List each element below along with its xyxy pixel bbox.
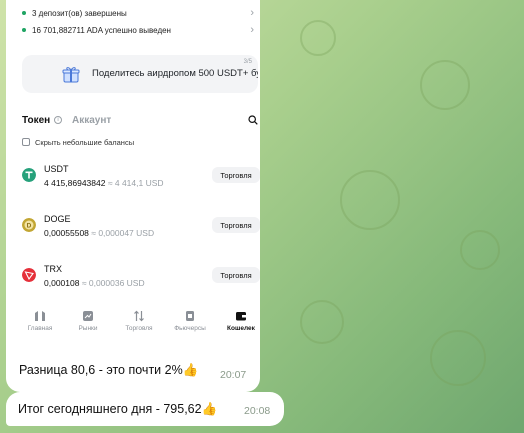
token-amount: 0,00055508 ≈ 0,000047 USD bbox=[44, 228, 154, 238]
token-balance: 0,000108 bbox=[44, 278, 80, 288]
background-doodle bbox=[300, 300, 344, 344]
token-usd-value: ≈ 0,000047 USD bbox=[91, 228, 155, 238]
markets-icon bbox=[83, 311, 93, 321]
background-doodle bbox=[340, 170, 400, 230]
token-amount: 4 415,86943842 ≈ 4 414,1 USD bbox=[44, 178, 164, 188]
gift-icon bbox=[62, 67, 80, 83]
checkbox[interactable] bbox=[22, 138, 30, 146]
message-text: Разница 80,6 - это почти 2%👍 bbox=[19, 363, 199, 377]
token-row[interactable]: USDT 4 415,86943842 ≈ 4 414,1 USD Торгов… bbox=[22, 162, 260, 196]
nav-item-trade[interactable]: Торговля bbox=[115, 310, 163, 332]
background-doodle bbox=[460, 230, 500, 270]
promo-page-indicator: 3/5 bbox=[243, 59, 252, 65]
message-text: Итог сегодняшнего дня - 795,62👍 bbox=[18, 402, 218, 416]
message-bubble: Итог сегодняшнего дня - 795,62👍 20:08 bbox=[6, 392, 284, 426]
trade-button[interactable]: Торговля bbox=[212, 167, 260, 183]
background-doodle bbox=[300, 20, 336, 56]
chevron-right-icon: › bbox=[250, 7, 254, 19]
token-row[interactable]: D DOGE 0,00055508 ≈ 0,000047 USD Торговл… bbox=[22, 212, 260, 246]
hide-small-balances-label: Скрыть небольшие балансы bbox=[35, 137, 135, 147]
promo-text: Поделитесь аирдропом 500 USDT+ бус bbox=[92, 68, 258, 79]
tab-account[interactable]: Аккаунт bbox=[72, 115, 111, 126]
notification-row[interactable]: 16 701,882711 ADA успешно выведен › bbox=[22, 20, 258, 40]
doge-icon: D bbox=[22, 218, 36, 232]
tab-token[interactable]: Токен bbox=[22, 115, 50, 126]
token-balance: 0,00055508 bbox=[44, 228, 89, 238]
home-icon bbox=[35, 311, 45, 321]
info-icon[interactable]: i bbox=[54, 116, 62, 124]
nav-label: Торговля bbox=[125, 325, 153, 332]
tether-icon bbox=[22, 168, 36, 182]
status-dot-icon bbox=[22, 28, 26, 32]
nav-label: Фьючерсы bbox=[174, 325, 206, 332]
chevron-right-icon: › bbox=[250, 24, 254, 36]
nav-item-futures[interactable]: Фьючерсы bbox=[166, 310, 214, 332]
background-doodle bbox=[430, 330, 486, 386]
wallet-icon bbox=[236, 312, 246, 321]
nav-item-home[interactable]: Главная bbox=[16, 310, 64, 332]
token-name: TRX bbox=[44, 264, 62, 274]
wallet-tabs: Токен i Аккаунт bbox=[22, 115, 260, 131]
bottom-nav: Главная Рынки Торговля Фьючерсы Кошелек bbox=[22, 310, 260, 340]
background-doodle bbox=[420, 60, 470, 110]
token-usd-value: ≈ 4 414,1 USD bbox=[107, 178, 164, 188]
token-balance: 4 415,86943842 bbox=[44, 178, 106, 188]
message-time: 20:08 bbox=[244, 405, 271, 417]
trade-button[interactable]: Торговля bbox=[212, 217, 260, 233]
token-usd-value: ≈ 0,000036 USD bbox=[81, 278, 145, 288]
message-bubble-screenshot: 3 депозит(ов) завершены › 16 701,882711 … bbox=[6, 0, 260, 392]
svg-text:D: D bbox=[27, 223, 32, 230]
token-name: DOGE bbox=[44, 214, 71, 224]
tron-icon bbox=[22, 268, 36, 282]
message-time: 20:07 bbox=[220, 369, 247, 381]
status-dot-icon bbox=[22, 11, 26, 15]
notification-text: 3 депозит(ов) завершены bbox=[32, 8, 127, 18]
trade-icon bbox=[134, 310, 144, 322]
nav-label: Главная bbox=[27, 325, 53, 332]
promo-banner[interactable]: Поделитесь аирдропом 500 USDT+ бус 3/5 bbox=[22, 55, 258, 93]
notification-text: 16 701,882711 ADA успешно выведен bbox=[32, 25, 171, 35]
search-icon[interactable] bbox=[248, 115, 258, 125]
nav-label: Кошелек bbox=[227, 325, 255, 332]
token-row[interactable]: TRX 0,000108 ≈ 0,000036 USD Торговля bbox=[22, 262, 260, 296]
token-amount: 0,000108 ≈ 0,000036 USD bbox=[44, 278, 145, 288]
nav-item-markets[interactable]: Рынки bbox=[64, 310, 112, 332]
token-name: USDT bbox=[44, 164, 69, 174]
trade-button[interactable]: Торговля bbox=[212, 267, 260, 283]
futures-icon bbox=[186, 311, 194, 321]
nav-item-wallet[interactable]: Кошелек bbox=[217, 310, 265, 332]
nav-label: Рынки bbox=[78, 325, 98, 332]
hide-small-balances-toggle[interactable]: Скрыть небольшие балансы bbox=[22, 136, 134, 148]
